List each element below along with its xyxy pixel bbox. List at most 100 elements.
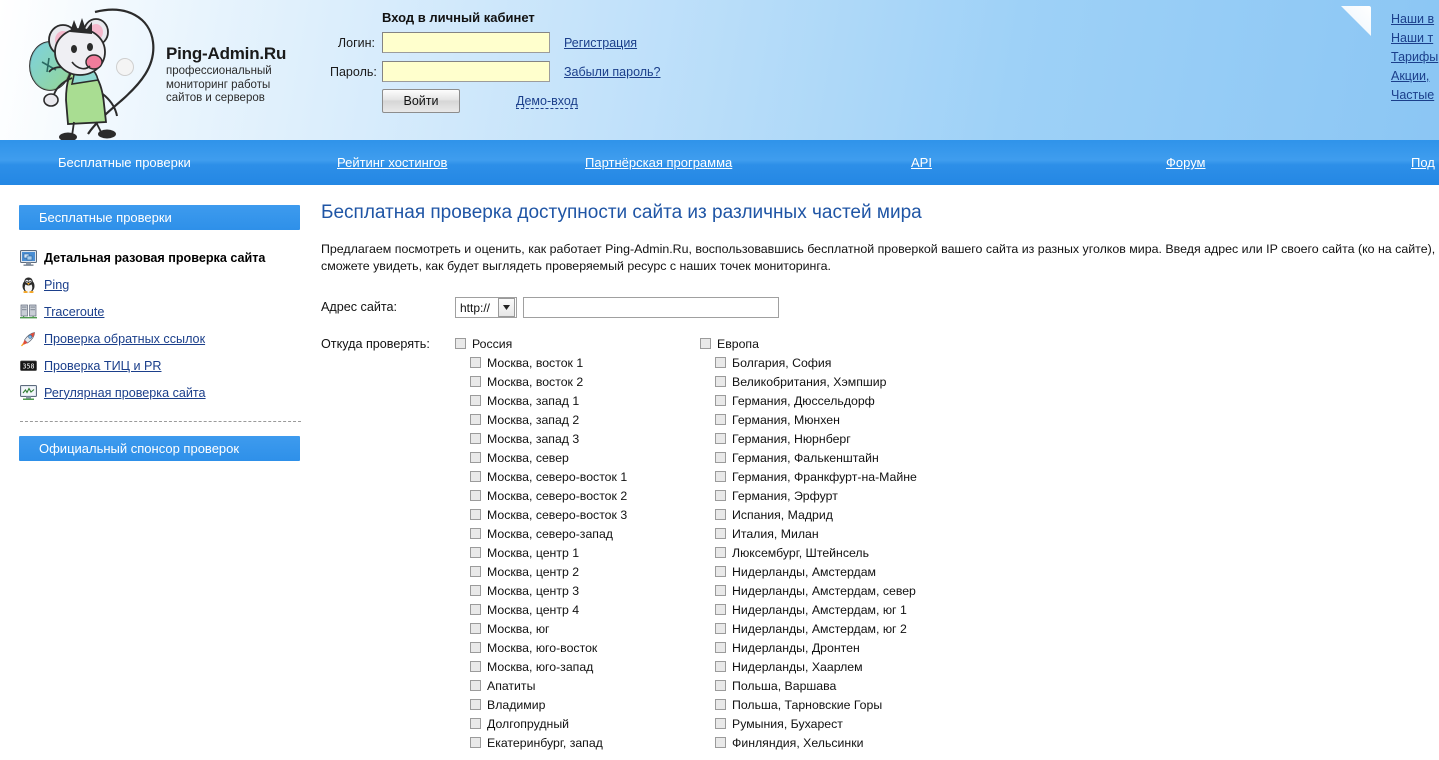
- region-checkbox[interactable]: [715, 547, 726, 558]
- region-label[interactable]: Италия, Милан: [732, 527, 819, 541]
- region-checkbox[interactable]: [470, 718, 481, 729]
- corner-link-1[interactable]: Наши в: [1391, 10, 1439, 29]
- region-label[interactable]: Москва, центр 2: [487, 565, 579, 579]
- region-checkbox[interactable]: [470, 509, 481, 520]
- login-submit-button[interactable]: Войти: [382, 89, 460, 113]
- region-label[interactable]: Москва, восток 2: [487, 375, 583, 389]
- password-input[interactable]: [382, 61, 550, 82]
- region-label[interactable]: Москва, северо-восток 2: [487, 489, 627, 503]
- region-label[interactable]: Германия, Фалькенштайн: [732, 451, 879, 465]
- region-label[interactable]: Долгопрудный: [487, 717, 569, 731]
- region-checkbox[interactable]: [715, 528, 726, 539]
- corner-link-5[interactable]: Частые: [1391, 86, 1439, 105]
- region-label[interactable]: Москва, север: [487, 451, 569, 465]
- region-checkbox[interactable]: [470, 414, 481, 425]
- region-checkbox[interactable]: [715, 623, 726, 634]
- region-checkbox[interactable]: [470, 680, 481, 691]
- region-label[interactable]: Испания, Мадрид: [732, 508, 833, 522]
- region-checkbox[interactable]: [715, 718, 726, 729]
- region-label[interactable]: Германия, Нюрнберг: [732, 432, 851, 446]
- region-label[interactable]: Москва, юго-запад: [487, 660, 593, 674]
- region-checkbox[interactable]: [470, 661, 481, 672]
- sidebar-item-label[interactable]: Traceroute: [44, 305, 104, 319]
- region-checkbox[interactable]: [715, 509, 726, 520]
- region-checkbox[interactable]: [470, 737, 481, 748]
- sidebar-item-label[interactable]: Регулярная проверка сайта: [44, 386, 206, 400]
- region-group-header[interactable]: Россия: [455, 334, 700, 353]
- region-label[interactable]: Москва, центр 3: [487, 584, 579, 598]
- nav-item-api[interactable]: API: [911, 155, 932, 170]
- region-label[interactable]: Москва, центр 4: [487, 603, 579, 617]
- region-checkbox[interactable]: [470, 376, 481, 387]
- region-group-checkbox[interactable]: [455, 338, 466, 349]
- region-checkbox[interactable]: [715, 604, 726, 615]
- region-checkbox[interactable]: [470, 585, 481, 596]
- region-checkbox[interactable]: [470, 699, 481, 710]
- region-label[interactable]: Люксембург, Штейнсель: [732, 546, 869, 560]
- region-checkbox[interactable]: [470, 452, 481, 463]
- login-input[interactable]: [382, 32, 550, 53]
- region-label[interactable]: Польша, Варшава: [732, 679, 836, 693]
- nav-item-hosting-rating[interactable]: Рейтинг хостингов: [337, 155, 447, 170]
- corner-link-3[interactable]: Тарифы: [1391, 48, 1439, 67]
- region-checkbox[interactable]: [470, 547, 481, 558]
- region-label[interactable]: Финляндия, Хельсинки: [732, 736, 863, 750]
- region-checkbox[interactable]: [715, 566, 726, 577]
- region-checkbox[interactable]: [715, 357, 726, 368]
- region-label[interactable]: Москва, восток 1: [487, 356, 583, 370]
- region-checkbox[interactable]: [470, 642, 481, 653]
- nav-item-free-checks[interactable]: Бесплатные проверки: [58, 155, 191, 170]
- region-checkbox[interactable]: [470, 357, 481, 368]
- sidebar-item-regular-check[interactable]: Регулярная проверка сайта: [19, 379, 320, 406]
- region-checkbox[interactable]: [470, 471, 481, 482]
- region-checkbox[interactable]: [715, 376, 726, 387]
- region-label[interactable]: Германия, Эрфурт: [732, 489, 838, 503]
- sidebar-item-label[interactable]: Проверка ТИЦ и PR: [44, 359, 162, 373]
- region-label[interactable]: Владимир: [487, 698, 545, 712]
- region-group-label[interactable]: Россия: [472, 337, 512, 351]
- nav-item-forum[interactable]: Форум: [1166, 155, 1206, 170]
- region-checkbox[interactable]: [470, 490, 481, 501]
- sidebar-item-backlinks[interactable]: Проверка обратных ссылок: [19, 325, 320, 352]
- region-label[interactable]: Нидерланды, Хаарлем: [732, 660, 863, 674]
- sidebar-item-ping[interactable]: Ping: [19, 271, 320, 298]
- region-checkbox[interactable]: [470, 395, 481, 406]
- region-group-label[interactable]: Европа: [717, 337, 759, 351]
- region-checkbox[interactable]: [715, 642, 726, 653]
- register-link[interactable]: Регистрация: [564, 36, 637, 50]
- region-label[interactable]: Москва, юго-восток: [487, 641, 597, 655]
- region-group-header[interactable]: Европа: [700, 334, 945, 353]
- sidebar-item-detailed-check[interactable]: Детальная разовая проверка сайта: [19, 244, 320, 271]
- region-label[interactable]: Нидерланды, Амстердам: [732, 565, 876, 579]
- corner-link-2[interactable]: Наши т: [1391, 29, 1439, 48]
- region-checkbox[interactable]: [470, 433, 481, 444]
- region-checkbox[interactable]: [470, 528, 481, 539]
- demo-login-link[interactable]: Демо-вход: [516, 94, 578, 109]
- corner-link-4[interactable]: Акции,: [1391, 67, 1439, 86]
- site-url-input[interactable]: [523, 297, 779, 318]
- region-label[interactable]: Москва, запад 2: [487, 413, 579, 427]
- region-label[interactable]: Москва, северо-восток 3: [487, 508, 627, 522]
- region-checkbox[interactable]: [715, 395, 726, 406]
- region-checkbox[interactable]: [715, 452, 726, 463]
- region-label[interactable]: Нидерланды, Дронтен: [732, 641, 860, 655]
- sidebar-item-tic-pr[interactable]: 358 Проверка ТИЦ и PR: [19, 352, 320, 379]
- region-label[interactable]: Германия, Мюнхен: [732, 413, 840, 427]
- region-label[interactable]: Нидерланды, Амстердам, юг 1: [732, 603, 907, 617]
- forgot-password-link[interactable]: Забыли пароль?: [564, 65, 661, 79]
- region-group-checkbox[interactable]: [700, 338, 711, 349]
- protocol-select[interactable]: http://: [455, 297, 517, 318]
- sidebar-item-traceroute[interactable]: Traceroute: [19, 298, 320, 325]
- region-label[interactable]: Польша, Тарновские Горы: [732, 698, 882, 712]
- region-label[interactable]: Москва, юг: [487, 622, 550, 636]
- region-checkbox[interactable]: [715, 585, 726, 596]
- region-label[interactable]: Екатеринбург, запад: [487, 736, 603, 750]
- region-label[interactable]: Германия, Франкфурт-на-Майне: [732, 470, 917, 484]
- region-checkbox[interactable]: [715, 471, 726, 482]
- region-label[interactable]: Германия, Дюссельдорф: [732, 394, 875, 408]
- nav-item-partner-program[interactable]: Партнёрская программа: [585, 155, 732, 170]
- region-label[interactable]: Москва, северо-восток 1: [487, 470, 627, 484]
- sidebar-item-label[interactable]: Ping: [44, 278, 69, 292]
- region-checkbox[interactable]: [470, 604, 481, 615]
- region-label[interactable]: Великобритания, Хэмпшир: [732, 375, 886, 389]
